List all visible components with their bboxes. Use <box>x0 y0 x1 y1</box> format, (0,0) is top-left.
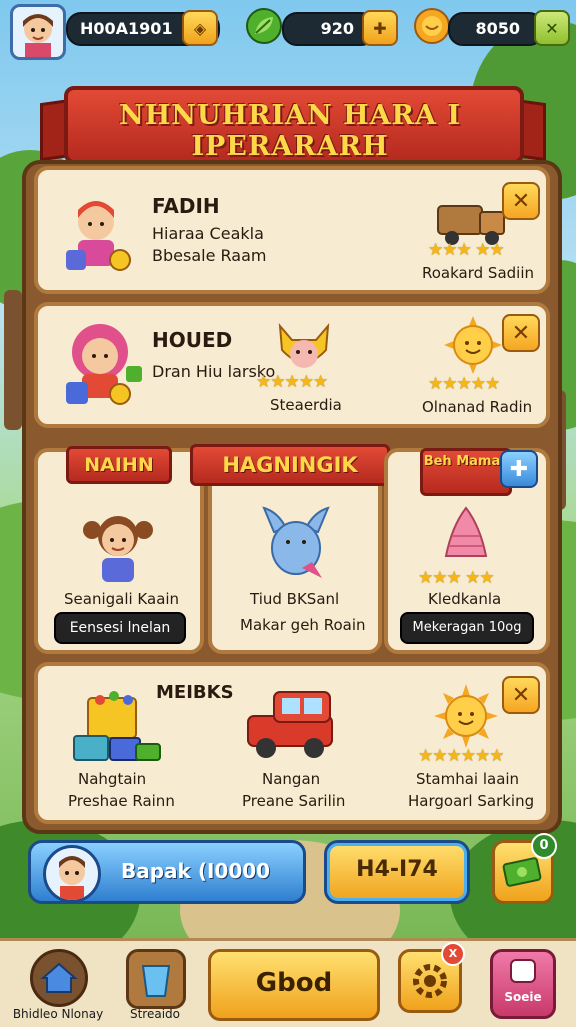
yellow-action-label: H4-I74 <box>356 857 438 882</box>
plus-icon: ✚ <box>509 456 529 482</box>
items-card-title: MEIBKS <box>156 682 234 703</box>
pink-cone-icon <box>440 506 492 562</box>
nav-store-button[interactable] <box>126 949 186 1009</box>
blue-creature-icon <box>256 502 336 582</box>
quest-2-title: HOUED <box>152 328 233 352</box>
play-button[interactable]: Gbod <box>208 949 380 1021</box>
character-2-tag: HAGNINGIK <box>190 444 390 486</box>
game-icon <box>510 959 536 983</box>
character-3-tag: Beh Mamay <box>420 448 512 496</box>
quest-2-reward: Olnanad Radin <box>422 398 533 416</box>
character-2-line1: Tiud BKSanl <box>250 590 340 608</box>
cash-badge: 0 <box>531 833 557 859</box>
close-icon: ✕ <box>545 18 559 38</box>
coin-amount: 8050 <box>475 19 520 38</box>
quest-1-title: FADIH <box>152 194 220 218</box>
quest-2-mid-label: Steaerdia <box>270 396 342 414</box>
nav-home-label: Bhidleo Nlonay <box>12 1007 104 1021</box>
progress-label: Bapak (I0000 <box>121 859 271 883</box>
character-2-line2: Makar geh Roain <box>240 616 366 634</box>
notification-badge: X <box>441 942 465 966</box>
quest-1-close-button[interactable]: ✕ <box>502 182 540 220</box>
sun-icon <box>434 684 498 748</box>
add-leaf-button[interactable]: ✚ <box>362 10 398 46</box>
leaf-amount: 920 <box>320 19 354 38</box>
title-banner: NHNUHRIAN HARA I IPERARARH <box>40 86 546 164</box>
item-3-line2: Hargoarl Sarking <box>408 792 535 810</box>
coin-close-button[interactable]: ✕ <box>534 10 570 46</box>
red-car-icon <box>244 686 336 762</box>
item-1-line2: Preshae Rainn <box>68 792 175 810</box>
quest-1-reward: Roakard Sadiin <box>422 264 535 282</box>
quest-2-close-button[interactable]: ✕ <box>502 314 540 352</box>
nav-game-button[interactable]: Soeie <box>490 949 556 1019</box>
sun-icon <box>444 316 502 374</box>
quest-1-stars: ★★★ ★★ <box>428 240 505 260</box>
player-avatar[interactable] <box>10 4 66 60</box>
play-button-label: Gbod <box>255 968 333 998</box>
pigtail-girl-icon <box>82 508 154 584</box>
item-3-stars: ★★★★★★ <box>418 746 504 766</box>
nav-game-label: Soeie <box>504 990 542 1004</box>
character-3-stars: ★★★ ★★ <box>418 568 495 588</box>
quest-card-1[interactable]: FADIH Hiaraa Ceakla Bbesale Raam ★★★ ★★ … <box>34 166 550 294</box>
character-1-tag: NAIHN <box>66 446 172 484</box>
quest-card-2[interactable]: HOUED Dran Hiu larsko ★★★★★ Steaerdia ★★… <box>34 302 550 428</box>
top-bar: H00A1901 ◈ 920 ✚ 8050 ✕ <box>0 0 576 60</box>
coin-currency-display: 8050 <box>448 12 544 46</box>
quest-board: FADIH Hiaraa Ceakla Bbesale Raam ★★★ ★★ … <box>22 160 562 834</box>
item-3-line1: Stamhai laain <box>416 770 520 788</box>
items-close-button[interactable]: ✕ <box>502 676 540 714</box>
player-id-text: H00A1901 <box>80 19 173 38</box>
quest-2-stars: ★★★★★ <box>428 374 500 394</box>
item-1-line1: Nahgtain <box>78 770 147 788</box>
cash-button[interactable]: 0 <box>492 833 557 904</box>
character-3-plus-button[interactable]: ✚ <box>500 450 538 488</box>
yellow-action-button[interactable]: H4-I74 <box>324 840 470 904</box>
nav-home-button[interactable] <box>30 949 88 1007</box>
item-2-line1: Nangan <box>262 770 321 788</box>
progress-bar[interactable]: Bapak (I0000 <box>28 840 306 904</box>
item-2-line2: Preane Sarilin <box>242 792 346 810</box>
nav-store-label: Streaido <box>129 1007 181 1021</box>
close-icon: ✕ <box>511 320 531 346</box>
bottom-nav: Bhidleo Nlonay Streaido Gbod X Soeie <box>0 938 576 1027</box>
bucket-icon <box>141 965 171 997</box>
progress-avatar <box>43 845 101 903</box>
character-1-name: Seanigali Kaain <box>64 590 180 608</box>
child-character-icon <box>62 188 142 278</box>
quest-1-line1: Hiaraa Ceakla <box>152 224 264 243</box>
diamond-icon: ◈ <box>193 18 207 38</box>
items-card[interactable]: MEIBKS Nahgtain Preshae Rainn Nangan Pre… <box>34 662 550 824</box>
close-icon: ✕ <box>511 188 531 214</box>
character-3-name: Kledkanla <box>428 590 502 608</box>
character-1-button[interactable]: Eensesi lnelan <box>54 612 186 644</box>
banner-title: NHNUHRIAN HARA I IPERARARH <box>119 100 461 162</box>
girl-character-icon <box>56 316 152 412</box>
character-3-button[interactable]: Mekeragan 10og <box>400 612 534 644</box>
quest-1-line2: Bbesale Raam <box>152 246 267 265</box>
quest-2-mid-stars: ★★★★★ <box>256 372 328 392</box>
close-icon: ✕ <box>511 682 531 708</box>
leaf-icon <box>246 8 282 44</box>
player-settings-button[interactable]: ◈ <box>182 10 218 46</box>
settings-button[interactable]: X <box>398 942 465 1013</box>
plus-icon: ✚ <box>373 18 387 38</box>
home-icon <box>40 962 78 993</box>
cat-character-icon <box>272 320 336 374</box>
coin-icon <box>414 8 450 44</box>
toy-blocks-icon <box>70 688 166 764</box>
